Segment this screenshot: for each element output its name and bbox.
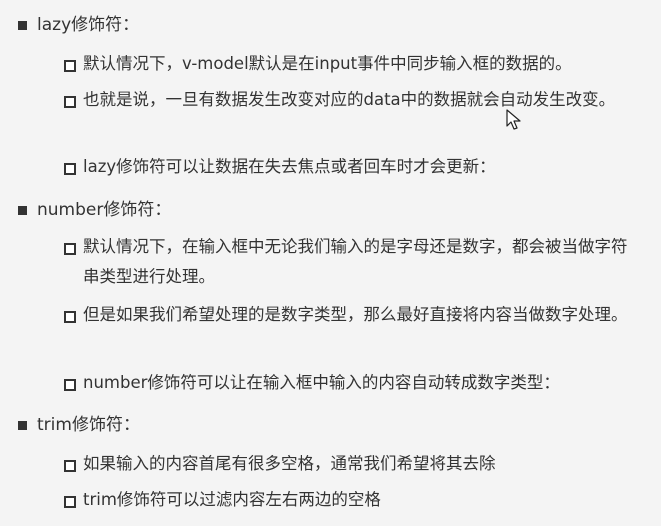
list-item: 默认情况下，v-model默认是在input事件中同步输入框的数据的。	[62, 52, 632, 82]
square-bullet-icon	[18, 420, 27, 430]
list-item: 如果输入的内容首尾有很多空格，通常我们希望将其去除	[62, 452, 632, 482]
mouse-pointer-icon	[506, 109, 521, 130]
section-heading-lazy: lazy修饰符：	[18, 12, 139, 38]
list-item-text: trim修饰符可以过滤内容左右两边的空格	[83, 490, 381, 509]
list-item-text: number修饰符可以让在输入框中输入的内容自动转成数字类型：	[83, 373, 560, 392]
section-title: trim修饰符：	[37, 415, 140, 435]
section-heading-number: number修饰符：	[18, 197, 171, 223]
list-item: trim修饰符可以过滤内容左右两边的空格	[62, 488, 632, 518]
hollow-square-bullet-icon	[64, 460, 76, 472]
list-item: lazy修饰符可以让数据在失去焦点或者回车时才会更新：	[62, 155, 632, 185]
hollow-square-bullet-icon	[64, 163, 76, 175]
list-item: number修饰符可以让在输入框中输入的内容自动转成数字类型：	[62, 371, 632, 401]
section-title: lazy修饰符：	[37, 15, 140, 35]
list-item-text: 默认情况下，在输入框中无论我们输入的是字母还是数字，都会被当做字符串类型进行处理…	[83, 237, 628, 286]
list-item-text: lazy修饰符可以让数据在失去焦点或者回车时才会更新：	[83, 157, 496, 176]
list-item: 但是如果我们希望处理的是数字类型，那么最好直接将内容当做数字处理。	[62, 303, 632, 363]
section-title: number修饰符：	[37, 200, 172, 220]
list-item-text: 但是如果我们希望处理的是数字类型，那么最好直接将内容当做数字处理。	[83, 305, 628, 324]
hollow-square-bullet-icon	[64, 96, 76, 108]
list-item: 默认情况下，在输入框中无论我们输入的是字母还是数字，都会被当做字符串类型进行处理…	[62, 235, 632, 295]
section-heading-trim: trim修饰符：	[18, 412, 140, 438]
hollow-square-bullet-icon	[64, 379, 76, 391]
list-item-text: 默认情况下，v-model默认是在input事件中同步输入框的数据的。	[83, 54, 572, 73]
hollow-square-bullet-icon	[64, 60, 76, 72]
square-bullet-icon	[18, 205, 27, 215]
list-item-text: 也就是说，一旦有数据发生改变对应的data中的数据就会自动发生改变。	[83, 90, 616, 109]
list-item: 也就是说，一旦有数据发生改变对应的data中的数据就会自动发生改变。	[62, 88, 632, 148]
square-bullet-icon	[18, 20, 27, 30]
hollow-square-bullet-icon	[64, 243, 76, 255]
hollow-square-bullet-icon	[64, 311, 76, 323]
list-item-text: 如果输入的内容首尾有很多空格，通常我们希望将其去除	[83, 454, 496, 473]
document-page: lazy修饰符： 默认情况下，v-model默认是在input事件中同步输入框的…	[0, 0, 661, 526]
hollow-square-bullet-icon	[64, 496, 76, 508]
